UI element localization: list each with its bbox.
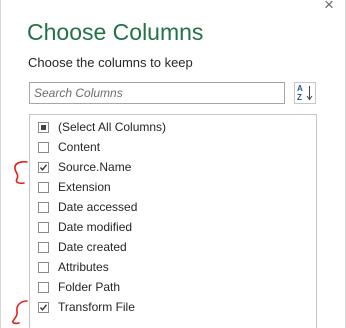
column-item[interactable]: (Select All Columns) [38, 119, 166, 135]
column-checkbox[interactable] [38, 181, 49, 193]
close-icon[interactable]: × [321, 0, 337, 13]
column-checkbox[interactable] [38, 241, 49, 253]
dialog-subtitle: Choose the columns to keep [28, 55, 193, 70]
column-checkbox[interactable] [38, 201, 49, 213]
column-label: (Select All Columns) [58, 120, 167, 134]
column-label: Attributes [58, 260, 109, 274]
column-checkbox[interactable] [38, 281, 49, 293]
annotation-mark-1 [14, 161, 28, 185]
column-item[interactable]: Date accessed [38, 199, 137, 215]
column-item[interactable]: Extension [38, 179, 111, 195]
column-label: Folder Path [58, 280, 121, 294]
column-item[interactable]: Transform File [38, 299, 135, 315]
dialog-title: Choose Columns [27, 19, 204, 45]
column-item[interactable]: Source.Name [38, 159, 131, 175]
column-label: Date created [58, 240, 127, 254]
column-label: Content [58, 140, 101, 154]
column-label: Date accessed [58, 200, 138, 214]
column-label: Extension [58, 180, 111, 194]
column-checkbox[interactable] [38, 141, 49, 153]
choose-columns-dialog: × Choose Columns Choose the columns to k… [0, 0, 346, 328]
column-checkbox[interactable] [38, 121, 49, 133]
annotation-mark-2 [12, 300, 28, 325]
sort-button[interactable]: AZ [294, 82, 316, 104]
column-checkbox[interactable] [38, 301, 49, 313]
column-checkbox[interactable] [38, 161, 49, 173]
column-item[interactable]: Content [38, 139, 100, 155]
column-label: Transform File [58, 300, 135, 314]
column-item[interactable]: Folder Path [38, 279, 120, 295]
column-item[interactable]: Date created [38, 239, 127, 255]
column-checkbox[interactable] [38, 221, 49, 233]
sort-az-icon: AZ [297, 84, 303, 102]
column-item[interactable]: Date modified [38, 219, 132, 235]
column-label: Source.Name [58, 160, 132, 174]
search-input[interactable] [30, 83, 284, 103]
columns-list[interactable]: (Select All Columns) Content Source.Name Ex… [29, 114, 317, 328]
column-checkbox[interactable] [38, 261, 49, 273]
column-item[interactable]: Attributes [38, 259, 109, 275]
column-label: Date modified [58, 220, 133, 234]
search-box[interactable] [29, 82, 285, 104]
sort-arrow-icon [306, 86, 313, 101]
